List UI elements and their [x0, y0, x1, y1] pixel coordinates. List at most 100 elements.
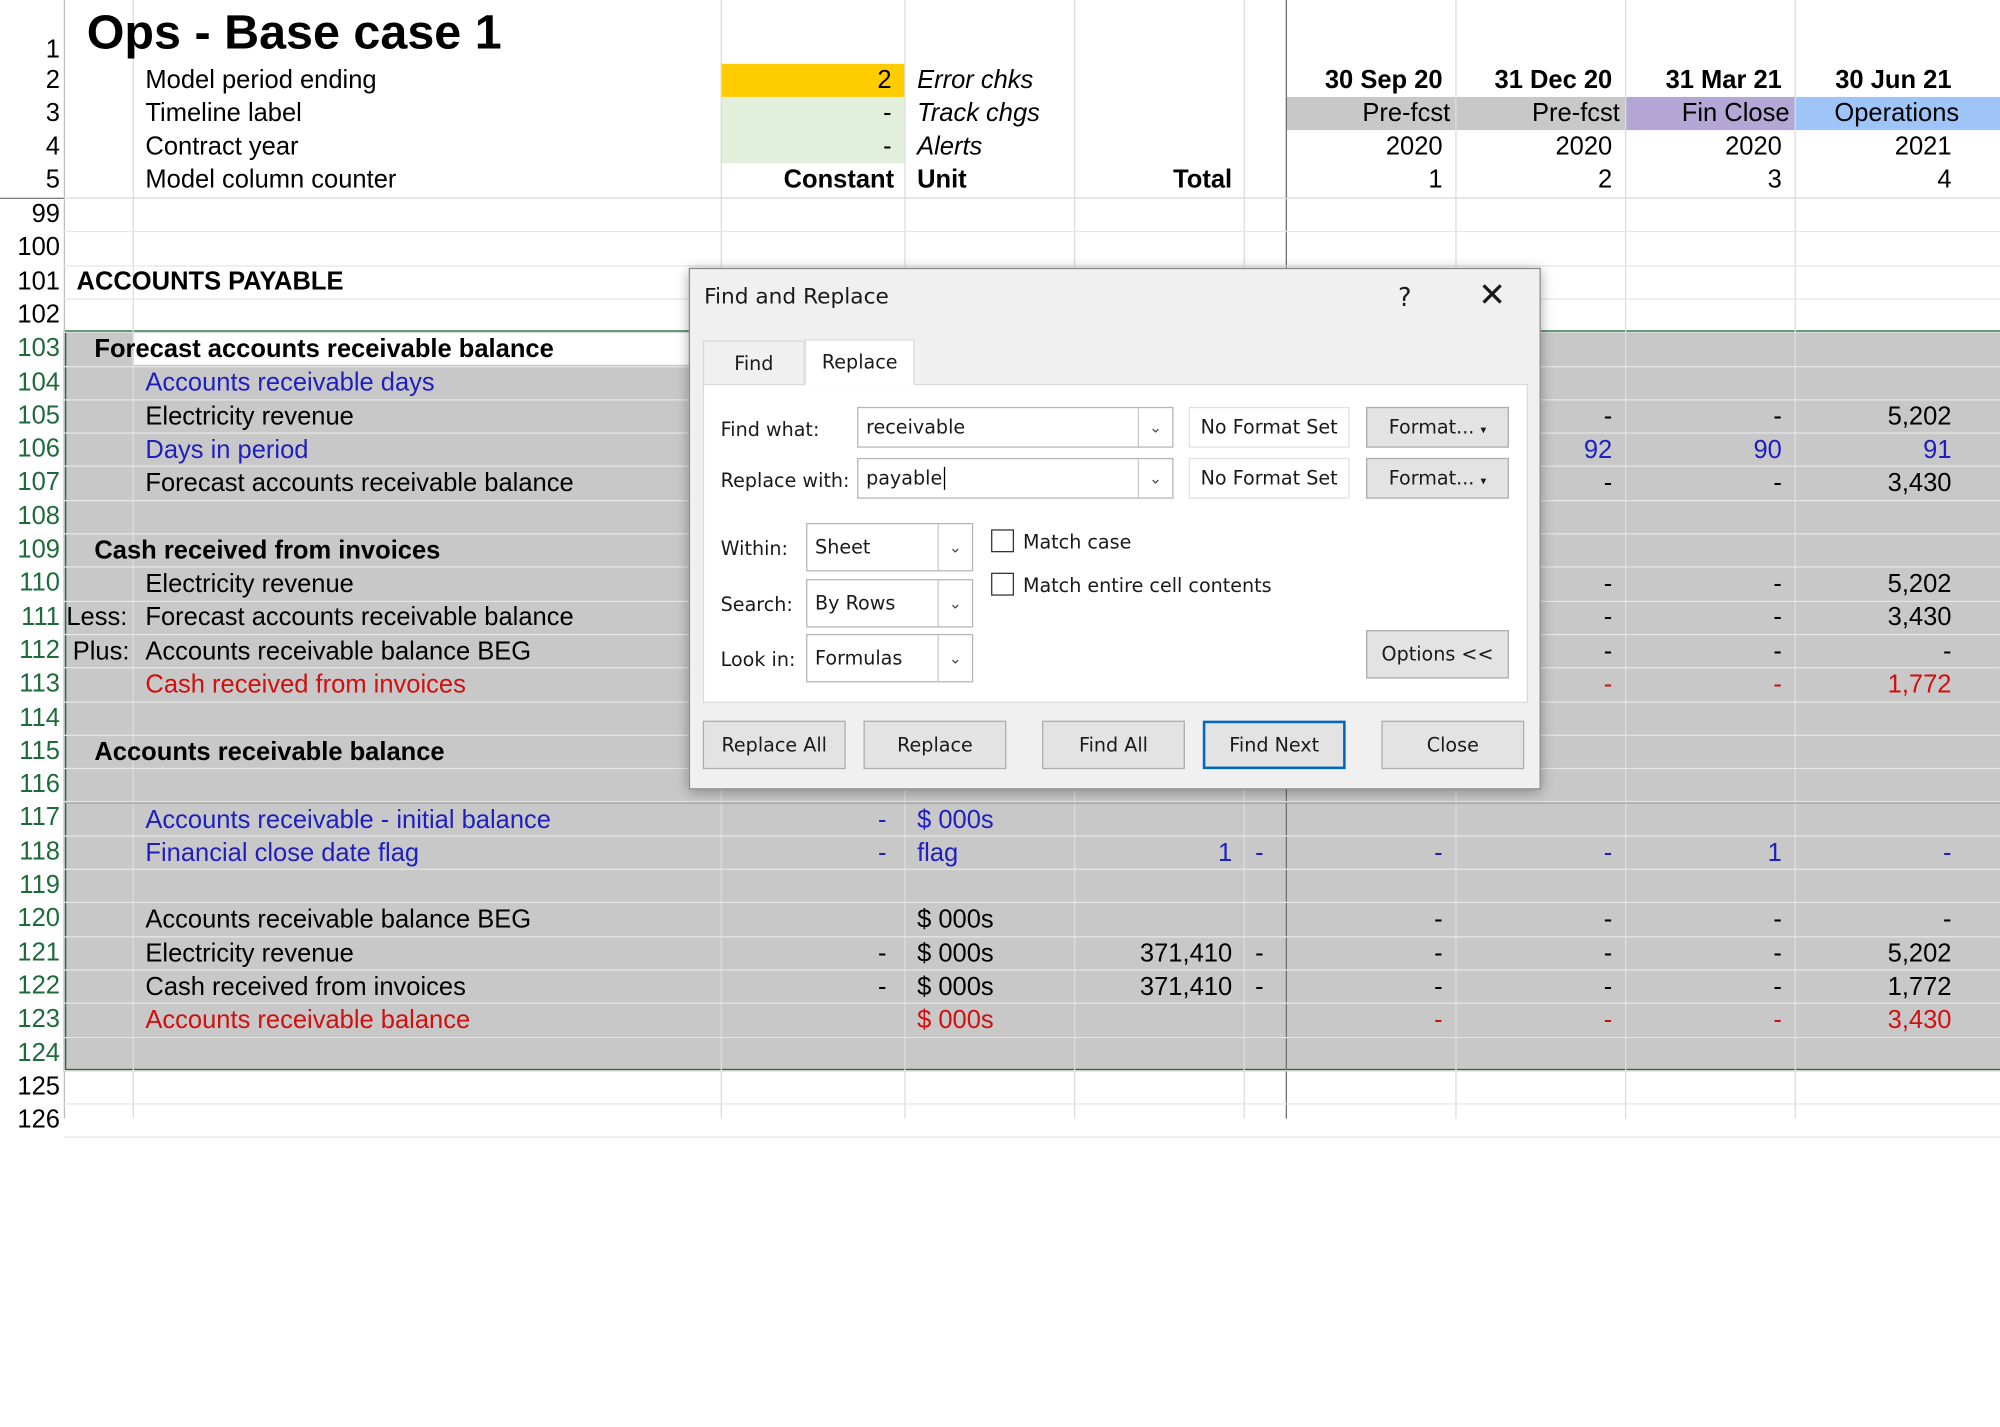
period-cell[interactable]: -: [1286, 1004, 1443, 1037]
period-cell[interactable]: -: [1455, 837, 1613, 870]
row-number[interactable]: 111: [0, 600, 64, 633]
within-select[interactable]: Sheet ⌄: [806, 522, 974, 572]
period-cell[interactable]: -: [1625, 601, 1782, 634]
row-number[interactable]: 110: [0, 567, 64, 600]
period-cell[interactable]: -: [1455, 903, 1613, 936]
row-number[interactable]: 113: [0, 667, 64, 700]
find-next-button[interactable]: Find Next: [1202, 720, 1346, 770]
period-cell[interactable]: -: [1625, 401, 1782, 434]
close-button[interactable]: Close: [1381, 720, 1525, 770]
constant-cell[interactable]: -: [721, 837, 887, 870]
row-number[interactable]: 112: [0, 634, 64, 667]
constant-cell[interactable]: -: [721, 804, 887, 837]
chevron-down-icon[interactable]: ⌄: [937, 580, 971, 627]
row-number[interactable]: 2: [0, 64, 64, 97]
chevron-down-icon[interactable]: ⌄: [1137, 459, 1172, 498]
row-number[interactable]: 116: [0, 768, 64, 801]
period-cell[interactable]: -: [1625, 971, 1782, 1004]
replace-with-input[interactable]: payable ⌄: [857, 457, 1174, 499]
chevron-down-icon[interactable]: ⌄: [937, 524, 971, 571]
unit-cell[interactable]: $ 000s: [917, 903, 994, 936]
row-number[interactable]: 108: [0, 500, 64, 533]
period-cell[interactable]: -: [1286, 937, 1443, 970]
extra-cell[interactable]: -: [1255, 837, 1264, 870]
row-number[interactable]: 117: [0, 802, 64, 835]
match-entire-label[interactable]: Match entire cell contents: [1023, 574, 1272, 597]
help-button[interactable]: ?: [1398, 282, 1412, 313]
row-number[interactable]: 104: [0, 365, 64, 398]
unit-cell[interactable]: $ 000s: [917, 804, 994, 837]
extra-cell[interactable]: -: [1255, 971, 1264, 1004]
total-cell[interactable]: 1: [1074, 837, 1232, 870]
row-number[interactable]: 99: [0, 198, 64, 231]
period-cell[interactable]: 1,772: [1795, 668, 1952, 701]
row-number[interactable]: 124: [0, 1036, 64, 1069]
extra-cell[interactable]: -: [1255, 937, 1264, 970]
replace-format-button[interactable]: Format... ▾: [1366, 457, 1509, 499]
unit-cell[interactable]: $ 000s: [917, 1004, 994, 1037]
match-entire-checkbox[interactable]: [991, 572, 1015, 596]
replace-all-button[interactable]: Replace All: [702, 720, 846, 770]
period-cell[interactable]: -: [1625, 467, 1782, 500]
unit-cell[interactable]: $ 000s: [917, 971, 994, 1004]
match-case-label[interactable]: Match case: [1023, 531, 1131, 554]
search-select[interactable]: By Rows ⌄: [806, 579, 974, 628]
period-cell[interactable]: -: [1286, 903, 1443, 936]
row-number[interactable]: 119: [0, 869, 64, 902]
period-cell[interactable]: 3,430: [1795, 467, 1952, 500]
period-cell[interactable]: -: [1286, 971, 1443, 1004]
row-number[interactable]: 123: [0, 1003, 64, 1036]
period-cell[interactable]: -: [1455, 937, 1613, 970]
row-number[interactable]: 115: [0, 734, 64, 767]
close-icon[interactable]: ✕: [1478, 277, 1506, 315]
period-cell[interactable]: 1: [1625, 837, 1782, 870]
row-number[interactable]: 1: [0, 33, 64, 66]
period-cell[interactable]: 5,202: [1795, 937, 1952, 970]
row-number[interactable]: 105: [0, 399, 64, 432]
row-number[interactable]: 121: [0, 936, 64, 969]
row-number[interactable]: 3: [0, 97, 64, 130]
row-number[interactable]: 125: [0, 1070, 64, 1103]
period-cell[interactable]: 1,772: [1795, 971, 1952, 1004]
row-number[interactable]: 109: [0, 533, 64, 566]
period-cell[interactable]: 90: [1625, 434, 1781, 467]
tab-replace[interactable]: Replace: [804, 339, 915, 386]
replace-button[interactable]: Replace: [863, 720, 1007, 770]
period-cell[interactable]: -: [1625, 1004, 1782, 1037]
period-cell[interactable]: 5,202: [1795, 568, 1952, 601]
period-cell[interactable]: 5,202: [1795, 401, 1952, 434]
period-cell[interactable]: -: [1625, 568, 1782, 601]
period-cell[interactable]: 91: [1795, 434, 1951, 467]
constant-cell[interactable]: -: [721, 937, 887, 970]
constant-cell[interactable]: -: [721, 971, 887, 1004]
period-cell[interactable]: -: [1795, 635, 1952, 668]
tab-find[interactable]: Find: [702, 340, 805, 386]
row-number[interactable]: 5: [0, 163, 64, 196]
period-cell[interactable]: -: [1795, 837, 1952, 870]
row-number[interactable]: 101: [0, 265, 64, 298]
chevron-down-icon[interactable]: ⌄: [937, 635, 971, 682]
period-cell[interactable]: -: [1455, 1004, 1613, 1037]
period-cell[interactable]: -: [1455, 971, 1613, 1004]
period-cell[interactable]: -: [1625, 635, 1782, 668]
period-cell[interactable]: -: [1625, 903, 1782, 936]
unit-cell[interactable]: flag: [917, 837, 958, 870]
row-number[interactable]: 4: [0, 130, 64, 163]
row-number[interactable]: 126: [0, 1103, 64, 1136]
look-in-select[interactable]: Formulas ⌄: [806, 633, 974, 683]
total-cell[interactable]: 371,410: [1074, 971, 1232, 1004]
period-cell[interactable]: -: [1625, 668, 1782, 701]
row-number[interactable]: 118: [0, 835, 64, 868]
total-cell[interactable]: 371,410: [1074, 937, 1232, 970]
options-button[interactable]: Options <<: [1366, 630, 1509, 679]
find-format-button[interactable]: Format... ▾: [1366, 406, 1509, 448]
row-number[interactable]: 122: [0, 969, 64, 1002]
row-number[interactable]: 107: [0, 466, 64, 499]
find-what-input[interactable]: receivable ⌄: [857, 406, 1174, 448]
row-number[interactable]: 100: [0, 231, 64, 264]
period-cell[interactable]: -: [1286, 837, 1443, 870]
row-number[interactable]: 106: [0, 433, 64, 466]
find-all-button[interactable]: Find All: [1042, 720, 1185, 770]
row-number[interactable]: 114: [0, 701, 64, 734]
unit-cell[interactable]: $ 000s: [917, 937, 994, 970]
